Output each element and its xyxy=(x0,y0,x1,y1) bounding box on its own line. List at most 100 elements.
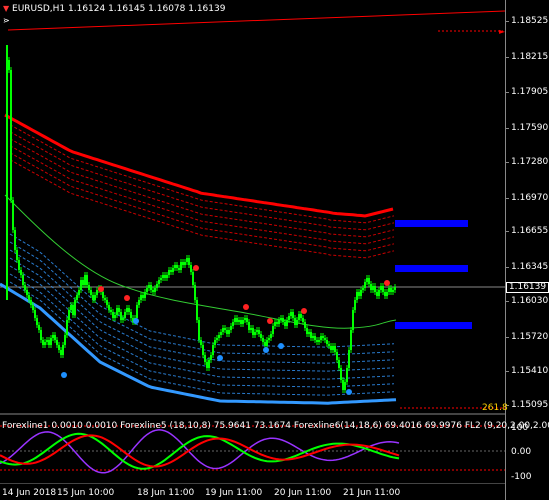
candle-body xyxy=(46,340,48,342)
candle-body xyxy=(260,334,262,338)
candle-body xyxy=(124,312,126,318)
upper-band-line xyxy=(9,124,395,224)
signal-dot-blue xyxy=(346,389,352,395)
candle-body xyxy=(390,288,392,292)
candle-body xyxy=(288,316,290,320)
candle-body xyxy=(68,310,70,320)
price-axis-tick xyxy=(505,267,509,268)
candle-body xyxy=(34,310,36,318)
candle-body xyxy=(236,318,238,322)
candle-body xyxy=(342,380,344,390)
candle-body xyxy=(18,260,20,270)
candle-body xyxy=(104,298,106,300)
candle-body xyxy=(206,362,208,368)
signal-dot-red xyxy=(193,265,199,271)
candle-body xyxy=(230,326,232,330)
candle-body xyxy=(266,340,268,346)
upper-band-line xyxy=(9,131,395,231)
candle-body xyxy=(372,286,374,290)
price-axis-tick xyxy=(505,162,509,163)
candle-body xyxy=(214,340,216,345)
candle-body xyxy=(388,288,390,292)
price-axis-label: 1.18525 xyxy=(511,16,549,26)
candle-body xyxy=(70,305,72,310)
price-chart-area[interactable]: ►⋗ xyxy=(0,0,505,416)
candle-body xyxy=(136,305,138,318)
candle-body xyxy=(270,334,272,338)
candle-body xyxy=(352,310,354,330)
price-axis-tick xyxy=(505,128,509,129)
candle-body xyxy=(86,275,88,285)
candle-body xyxy=(210,355,212,360)
candle-body xyxy=(212,345,214,355)
candle-body xyxy=(232,322,234,326)
candle-body xyxy=(188,258,190,265)
candle-body xyxy=(216,338,218,340)
candle-body xyxy=(258,330,260,334)
candle-body xyxy=(20,270,22,275)
candle-body xyxy=(178,268,180,270)
candle-body xyxy=(354,300,356,310)
candle-body xyxy=(92,295,94,300)
candle-body xyxy=(40,330,42,340)
candle-body xyxy=(348,350,350,368)
candle-body xyxy=(120,312,122,320)
signal-dot-blue xyxy=(61,372,67,378)
candle-body xyxy=(332,346,334,350)
candle-body xyxy=(122,318,124,320)
candle-body xyxy=(338,360,340,368)
candle-body xyxy=(82,280,84,285)
candle-body xyxy=(242,320,244,324)
candle-body xyxy=(290,312,292,316)
candle-body xyxy=(198,320,200,340)
time-axis-label: 20 Jun 11:00 xyxy=(274,488,332,498)
candle-body xyxy=(220,332,222,335)
candle-body xyxy=(246,318,248,322)
candle-body xyxy=(52,335,54,338)
signal-dot-blue xyxy=(278,343,284,349)
candle-body xyxy=(256,330,258,332)
current-price-tag: 1.16139 xyxy=(506,282,549,293)
candle-body xyxy=(12,200,14,230)
osc-green-line xyxy=(0,432,400,470)
signal-dot-blue xyxy=(263,347,269,353)
candle-body xyxy=(382,286,384,292)
candle-body xyxy=(166,275,168,278)
candle-body xyxy=(76,295,78,300)
candle-body xyxy=(340,368,342,380)
candle-body xyxy=(248,322,250,330)
candle-body xyxy=(152,290,154,292)
candle-body xyxy=(88,285,90,290)
candle-body xyxy=(118,308,120,312)
candle-body xyxy=(228,330,230,334)
candle-body xyxy=(154,288,156,292)
candle-body xyxy=(374,286,376,292)
candle-body xyxy=(10,70,12,200)
candle-body xyxy=(142,295,144,298)
candle-body xyxy=(328,344,330,346)
price-axis-label: 1.16970 xyxy=(511,193,549,203)
candle-body xyxy=(366,278,368,282)
candle-body xyxy=(168,270,170,275)
candle-body xyxy=(126,308,128,312)
candle-body xyxy=(300,314,302,318)
symbol-header-text: EURUSD,H1 1.16124 1.16145 1.16078 1.1613… xyxy=(12,4,226,14)
candle-body xyxy=(272,326,274,334)
candle-body xyxy=(116,308,118,315)
price-axis-tick xyxy=(505,231,509,232)
chart-window[interactable]: ► ⋗ ▼ EURUSD,H1 1.16124 1.16145 1.16078 1… xyxy=(0,0,549,500)
candle-body xyxy=(102,292,104,298)
candle-body xyxy=(310,332,312,338)
candle-body xyxy=(56,340,58,345)
candle-body xyxy=(268,338,270,340)
price-axis-label: 1.17905 xyxy=(511,87,549,97)
candle-body xyxy=(44,342,46,345)
candle-body xyxy=(174,265,176,268)
candle-body xyxy=(62,345,64,355)
candle-body xyxy=(172,268,174,272)
candle-body xyxy=(38,325,40,330)
dropdown-triangle-icon[interactable]: ▼ xyxy=(3,4,9,13)
price-axis-tick xyxy=(505,301,509,302)
candle-body xyxy=(218,335,220,338)
candle-body xyxy=(208,360,210,368)
